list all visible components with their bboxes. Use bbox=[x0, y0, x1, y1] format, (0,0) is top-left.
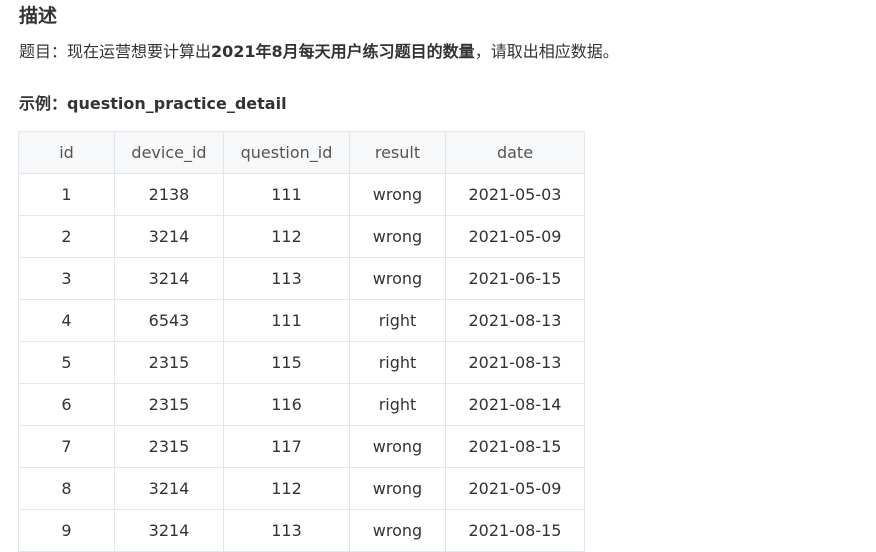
cell-device-id: 3214 bbox=[114, 257, 224, 300]
column-header-id: id bbox=[18, 131, 115, 174]
cell-device-id: 6543 bbox=[114, 299, 224, 342]
table-row: 2 3214 112 wrong 2021-05-09 bbox=[18, 215, 585, 258]
cell-device-id: 3214 bbox=[114, 467, 224, 510]
table-row: 7 2315 117 wrong 2021-08-15 bbox=[18, 425, 585, 468]
table-row: 1 2138 111 wrong 2021-05-03 bbox=[18, 173, 585, 216]
cell-question-id: 116 bbox=[223, 383, 350, 426]
cell-device-id: 2138 bbox=[114, 173, 224, 216]
problem-description: 题目：现在运营想要计算出2021年8月每天用户练习题目的数量，请取出相应数据。 bbox=[19, 40, 619, 64]
column-header-question-id: question_id bbox=[223, 131, 350, 174]
cell-result: wrong bbox=[349, 173, 446, 216]
cell-result: wrong bbox=[349, 425, 446, 468]
section-title: 描述 bbox=[19, 5, 58, 27]
cell-date: 2021-08-15 bbox=[445, 425, 585, 468]
table-header: id device_id question_id result date bbox=[18, 131, 585, 174]
cell-date: 2021-05-09 bbox=[445, 215, 585, 258]
cell-question-id: 112 bbox=[223, 215, 350, 258]
cell-question-id: 117 bbox=[223, 425, 350, 468]
column-header-date: date bbox=[445, 131, 585, 174]
cell-result: wrong bbox=[349, 257, 446, 300]
cell-id: 2 bbox=[18, 215, 115, 258]
cell-question-id: 113 bbox=[223, 509, 350, 552]
cell-question-id: 115 bbox=[223, 341, 350, 384]
cell-result: right bbox=[349, 299, 446, 342]
cell-id: 9 bbox=[18, 509, 115, 552]
example-title: 示例：question_practice_detail bbox=[19, 94, 287, 113]
cell-date: 2021-05-09 bbox=[445, 467, 585, 510]
cell-device-id: 2315 bbox=[114, 341, 224, 384]
cell-id: 4 bbox=[18, 299, 115, 342]
cell-result: right bbox=[349, 383, 446, 426]
description-prefix: 题目：现在运营想要计算出 bbox=[19, 42, 212, 61]
table-row: 3 3214 113 wrong 2021-06-15 bbox=[18, 257, 585, 300]
cell-result: wrong bbox=[349, 509, 446, 552]
cell-question-id: 112 bbox=[223, 467, 350, 510]
cell-date: 2021-08-13 bbox=[445, 341, 585, 384]
cell-result: wrong bbox=[349, 467, 446, 510]
cell-date: 2021-08-15 bbox=[445, 509, 585, 552]
cell-id: 7 bbox=[18, 425, 115, 468]
description-suffix: ，请取出相应数据。 bbox=[474, 42, 619, 61]
cell-id: 3 bbox=[18, 257, 115, 300]
cell-id: 6 bbox=[18, 383, 115, 426]
cell-device-id: 3214 bbox=[114, 215, 224, 258]
column-header-result: result bbox=[349, 131, 446, 174]
table-row: 8 3214 112 wrong 2021-05-09 bbox=[18, 467, 585, 510]
table-row: 6 2315 116 right 2021-08-14 bbox=[18, 383, 585, 426]
cell-device-id: 2315 bbox=[114, 383, 224, 426]
cell-id: 1 bbox=[18, 173, 115, 216]
table-body: 1 2138 111 wrong 2021-05-03 2 3214 112 w… bbox=[18, 173, 585, 552]
cell-device-id: 3214 bbox=[114, 509, 224, 552]
cell-question-id: 113 bbox=[223, 257, 350, 300]
table-row: 4 6543 111 right 2021-08-13 bbox=[18, 299, 585, 342]
description-highlight: 2021年8月每天用户练习题目的数量 bbox=[211, 42, 475, 61]
cell-date: 2021-08-14 bbox=[445, 383, 585, 426]
example-table: id device_id question_id result date 1 2… bbox=[18, 131, 585, 552]
cell-date: 2021-06-15 bbox=[445, 257, 585, 300]
cell-question-id: 111 bbox=[223, 299, 350, 342]
table-header-row: id device_id question_id result date bbox=[18, 131, 585, 174]
cell-result: wrong bbox=[349, 215, 446, 258]
cell-id: 8 bbox=[18, 467, 115, 510]
cell-id: 5 bbox=[18, 341, 115, 384]
cell-result: right bbox=[349, 341, 446, 384]
table-row: 5 2315 115 right 2021-08-13 bbox=[18, 341, 585, 384]
column-header-device-id: device_id bbox=[114, 131, 224, 174]
cell-date: 2021-05-03 bbox=[445, 173, 585, 216]
cell-question-id: 111 bbox=[223, 173, 350, 216]
table-row: 9 3214 113 wrong 2021-08-15 bbox=[18, 509, 585, 552]
cell-device-id: 2315 bbox=[114, 425, 224, 468]
cell-date: 2021-08-13 bbox=[445, 299, 585, 342]
